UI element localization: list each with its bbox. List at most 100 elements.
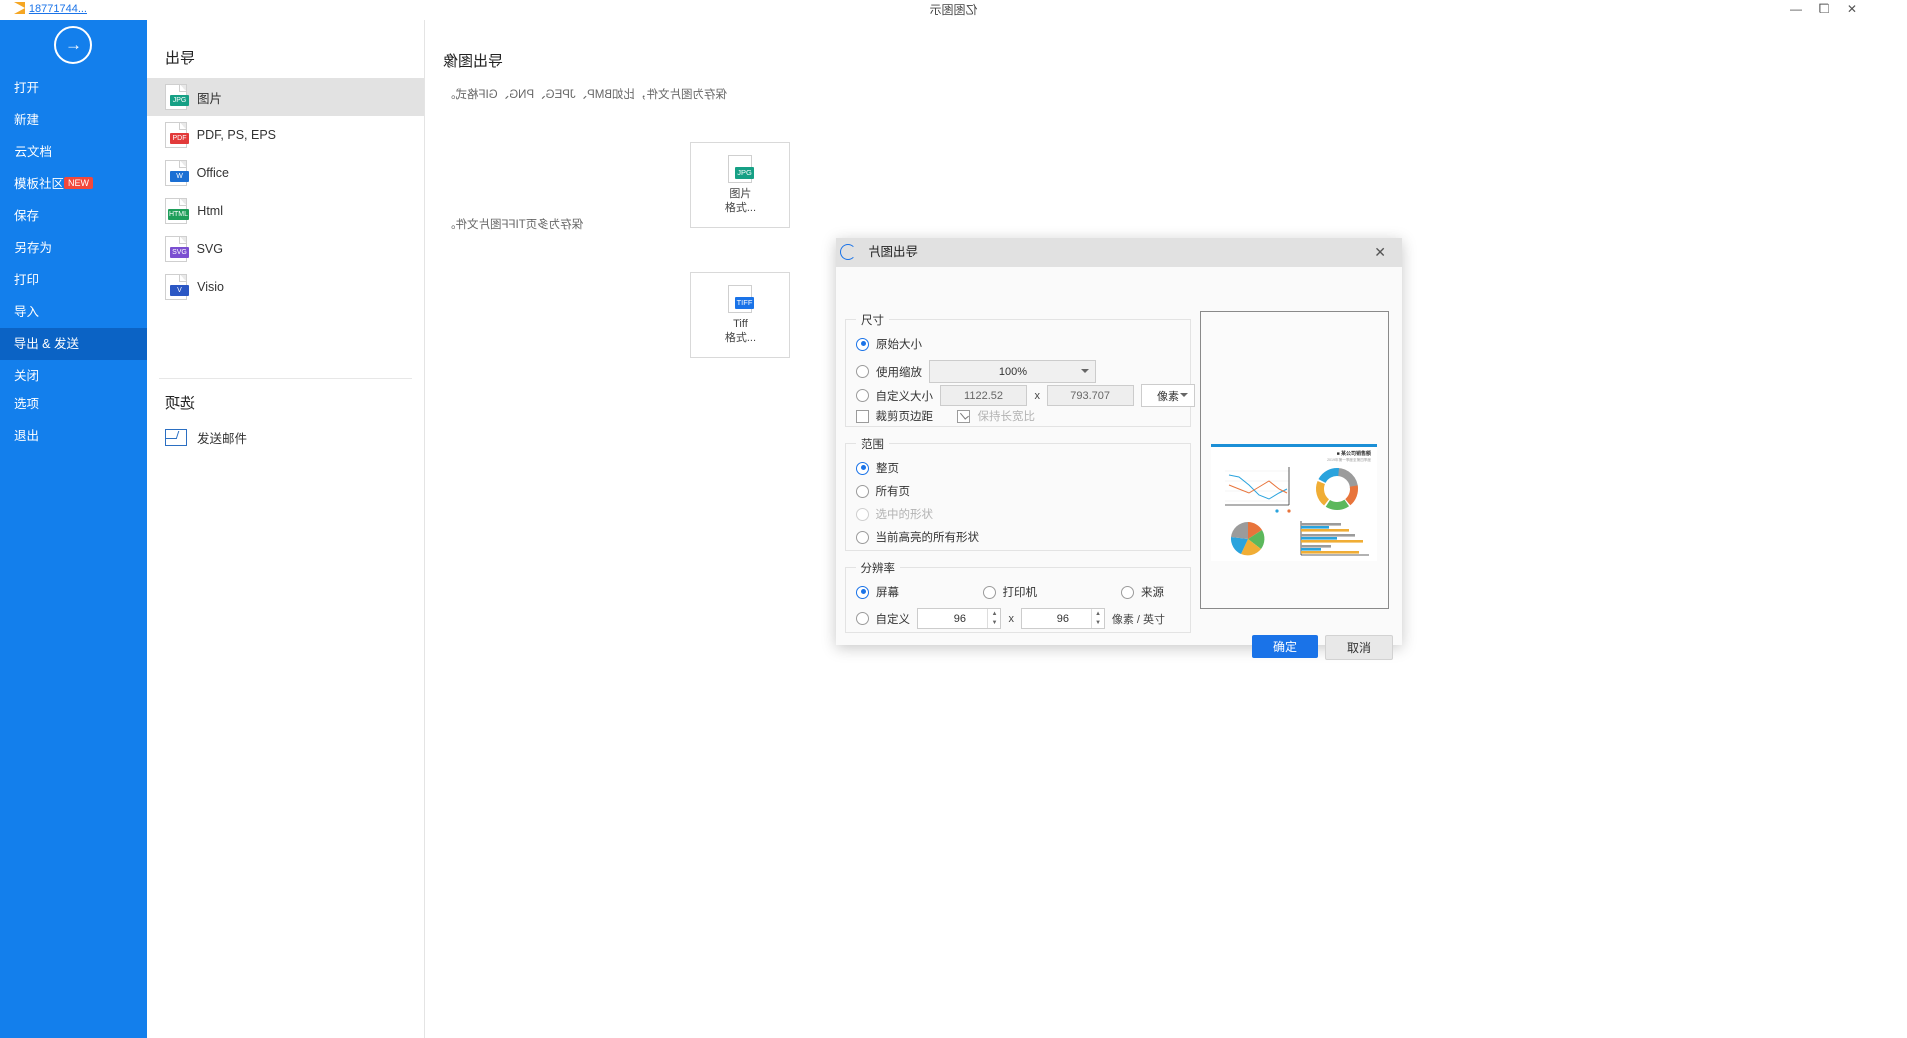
send-mail-label: 发送邮件 — [197, 432, 248, 446]
rail-item-new[interactable]: 新建 — [0, 104, 147, 136]
crop-margin-checkbox[interactable] — [856, 409, 869, 423]
size-zoom-label: 使用缩放 — [876, 366, 922, 379]
export-format-svg[interactable]: SVG SVG — [147, 230, 424, 268]
export-image-dialog: 导出图片 ✕ ■ 某公司销售额 2019年第一季度至第四季度 尺寸 原始大小 1… — [836, 238, 1402, 660]
size-original-radio[interactable] — [856, 337, 869, 351]
back-arrow-icon[interactable]: → — [54, 26, 93, 64]
export-image-heading: 导出图像 — [443, 53, 504, 70]
export-format-office[interactable]: Office W — [147, 154, 424, 192]
width-input[interactable]: 1122.52 — [940, 385, 1028, 406]
range-option-2[interactable]: 选中的形状 — [856, 506, 934, 522]
size-group-label: 尺寸 — [856, 312, 889, 328]
dialog-title: 导出图片 — [868, 245, 919, 259]
range-option-1[interactable]: 所有页 — [856, 483, 911, 499]
dpi-option-2-radio[interactable] — [1121, 585, 1135, 599]
chevron-down-icon — [1081, 369, 1089, 373]
range-option-0-radio[interactable] — [856, 461, 869, 475]
zoom-select[interactable]: 100% — [929, 360, 1096, 383]
dpi-x-stepper[interactable]: ▲ ▼ — [987, 609, 1001, 628]
size-original-label: 原始大小 — [876, 339, 922, 351]
unit-select[interactable]: 像素 — [1141, 384, 1195, 407]
html-icon: HTML — [165, 198, 189, 224]
range-option-0[interactable]: 整页 — [856, 460, 899, 476]
size-custom-row[interactable]: 像素 793.707 x 1122.52 自定义大小 — [856, 384, 1195, 407]
export-image-description-1: 保存为图片文件，比如BMP、JPEG、PNG、GIF格式。 — [444, 89, 728, 101]
flag-icon — [13, 2, 25, 15]
range-option-1-radio[interactable] — [856, 484, 869, 498]
ok-button[interactable]: 确定 — [1252, 635, 1318, 658]
export-column-divider — [159, 378, 412, 379]
export-card-tiff[interactable]: TIFF Tiff 格式... — [690, 272, 790, 358]
pdf-icon: PDF — [165, 122, 189, 148]
size-original-row[interactable]: 原始大小 — [856, 336, 922, 352]
close-window-button[interactable]: ✕ — [1845, 2, 1859, 16]
dpi-option-1-label: 打印机 — [1003, 587, 1038, 599]
dialog-close-button[interactable]: ✕ — [1372, 238, 1388, 267]
backstage-view: 导出图像 保存为图片文件，比如BMP、JPEG、PNG、GIF格式。 JPG 图… — [0, 20, 1907, 1038]
dpi-x-input[interactable]: ▲ ▼ 96 — [917, 608, 1002, 629]
svg-icon: SVG — [165, 236, 189, 262]
height-input[interactable]: 793.707 — [1047, 385, 1134, 406]
export-format-html[interactable]: Html HTML — [147, 192, 424, 230]
restore-window-button[interactable]: ❐ — [1817, 2, 1831, 16]
export-format-visio[interactable]: Visio V — [147, 268, 424, 306]
dpi-y-stepper[interactable]: ▲ ▼ — [1091, 609, 1104, 628]
rail-item-exit[interactable]: 退出 — [0, 420, 147, 452]
rail-item-print[interactable]: 打印 — [0, 264, 147, 296]
document-tab-label: 18771744... — [28, 2, 87, 15]
dpi-option-1-radio[interactable] — [983, 585, 996, 599]
dpi-options-row: 来源 打印机 屏幕 — [856, 584, 1165, 600]
export-format-pdf-label: PDF, PS, EPS — [197, 128, 277, 142]
range-option-3[interactable]: 当前高亮的所有形状 — [856, 529, 980, 545]
range-option-2-radio[interactable] — [856, 507, 869, 521]
cancel-button[interactable]: 取消 — [1325, 635, 1393, 660]
dpi-option-3-radio[interactable] — [856, 612, 869, 625]
size-custom-label: 自定义大小 — [876, 390, 934, 403]
minimize-window-button[interactable]: — — [1789, 2, 1803, 16]
rail-item-options[interactable]: 选项 — [0, 388, 147, 420]
dpi-y-input[interactable]: ▲ ▼ 96 — [1021, 608, 1105, 629]
range-option-3-radio[interactable] — [856, 530, 869, 544]
keep-ratio-checkbox[interactable] — [957, 409, 971, 423]
send-mail-item[interactable]: 发送邮件 — [165, 428, 247, 447]
crop-margin-label: 裁剪页边距 — [876, 411, 934, 423]
dpi-option-0-radio[interactable] — [856, 585, 869, 599]
export-card-tiff-line1: Tiff — [732, 318, 748, 330]
export-format-image[interactable]: 图片 JPG — [147, 78, 424, 116]
zoom-value: 100% — [998, 365, 1027, 378]
rail-item-save[interactable]: 保存 — [0, 200, 147, 232]
preview-thumbnail: ■ 某公司销售额 2019年第一季度至第四季度 — [1211, 444, 1377, 561]
backstage-rail: → 打开 新建 云文档 NEW模板社区 保存 另存为 打印 导入 导出 & 发送… — [0, 20, 147, 1038]
size-custom-radio[interactable] — [856, 389, 869, 402]
size-zoom-row[interactable]: 100% 使用缩放 — [856, 360, 1096, 383]
dpi-custom-row: 像素 / 英寸 ▲ ▼ 96 x ▲ ▼ 96 自定义 — [856, 608, 1165, 629]
new-badge: NEW — [64, 177, 94, 189]
export-options-heading: 选项 — [165, 395, 196, 412]
export-format-pdf[interactable]: PDF, PS, EPS PDF — [147, 116, 424, 154]
word-icon: W — [165, 160, 189, 186]
export-image-description-2: 保存为多页TIFF图片文件。 — [444, 219, 584, 231]
rail-item-export-send[interactable]: 导出 & 发送 — [0, 328, 147, 360]
rail-item-template-community[interactable]: NEW模板社区 — [0, 168, 147, 200]
visio-icon: V — [165, 274, 189, 300]
jpg-icon: JPG — [165, 84, 189, 110]
export-format-list: 图片 JPG PDF, PS, EPS PDF Office W Html HT… — [147, 78, 424, 306]
dpi-group: 分辨率 来源 打印机 屏幕 像素 / 英寸 ▲ ▼ 96 x ▲ ▼ 96 自定… — [845, 560, 1191, 633]
rail-item-cloud-doc[interactable]: 云文档 — [0, 136, 147, 168]
size-zoom-radio[interactable] — [856, 365, 869, 378]
export-column-heading: 导出 — [165, 50, 196, 67]
export-format-image-label: 图片 — [197, 91, 223, 106]
range-group-label: 范围 — [856, 436, 889, 452]
preview-pane: ■ 某公司销售额 2019年第一季度至第四季度 — [1200, 311, 1389, 609]
range-option-0-label: 整页 — [876, 463, 899, 475]
rail-item-import[interactable]: 导入 — [0, 296, 147, 328]
thumbnail-chart-title: ■ 某公司销售额 — [1336, 451, 1371, 457]
title-bar: 亿图图示 ✕ ❐ — 18771744... — [0, 0, 1907, 20]
rail-item-open[interactable]: 打开 — [0, 72, 147, 104]
tiff-file-icon: TIFF — [728, 285, 754, 313]
dpi-group-label: 分辨率 — [856, 560, 901, 576]
jpg-file-icon: JPG — [728, 155, 754, 183]
rail-item-save-as[interactable]: 另存为 — [0, 232, 147, 264]
backstage-rail-bottom: 选项 退出 — [0, 388, 147, 452]
document-tab[interactable]: 18771744... — [13, 2, 87, 15]
